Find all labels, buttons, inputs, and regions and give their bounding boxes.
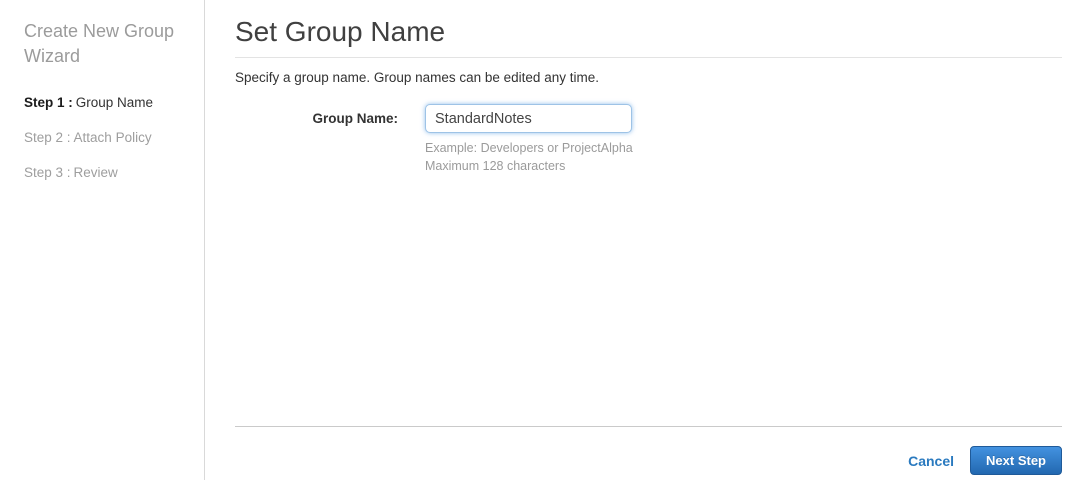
step-3-label: Review xyxy=(73,165,118,180)
wizard-content-panel: Set Group Name Specify a group name. Gro… xyxy=(206,0,1073,480)
step-1-group-name[interactable]: Step 1 : Group Name xyxy=(24,95,186,110)
group-name-max-hint: Maximum 128 characters xyxy=(425,159,566,173)
step-3-review[interactable]: Step 3 : Review xyxy=(24,165,186,180)
step-2-prefix: Step 2 : xyxy=(24,130,71,145)
group-name-input[interactable] xyxy=(425,104,632,133)
step-2-attach-policy[interactable]: Step 2 : Attach Policy xyxy=(24,130,186,145)
step-1-prefix: Step 1 : xyxy=(24,95,73,110)
group-name-label: Group Name: xyxy=(312,111,398,126)
page-description: Specify a group name. Group names can be… xyxy=(235,70,599,85)
page-title: Set Group Name xyxy=(235,16,1062,58)
group-name-example-hint: Example: Developers or ProjectAlpha xyxy=(425,141,633,155)
group-name-input-column: Example: Developers or ProjectAlpha Maxi… xyxy=(425,104,633,175)
cancel-button[interactable]: Cancel xyxy=(908,453,954,469)
wizard-title: Create New Group Wizard xyxy=(24,21,175,66)
step-1-label: Group Name xyxy=(75,95,154,110)
wizard-footer: Cancel Next Step xyxy=(235,426,1062,475)
wizard-step-list: Step 1 : Group Name Step 2 : Attach Policy… xyxy=(24,95,186,180)
wizard-sidebar: Create New Group Wizard Step 1 : Group Na… xyxy=(0,0,205,480)
step-3-prefix: Step 3 : xyxy=(24,165,71,180)
step-2-label: Attach Policy xyxy=(73,130,152,145)
next-step-button[interactable]: Next Step xyxy=(970,446,1062,475)
group-name-form-row: Group Name: Example: Developers or Proje… xyxy=(235,104,1062,175)
